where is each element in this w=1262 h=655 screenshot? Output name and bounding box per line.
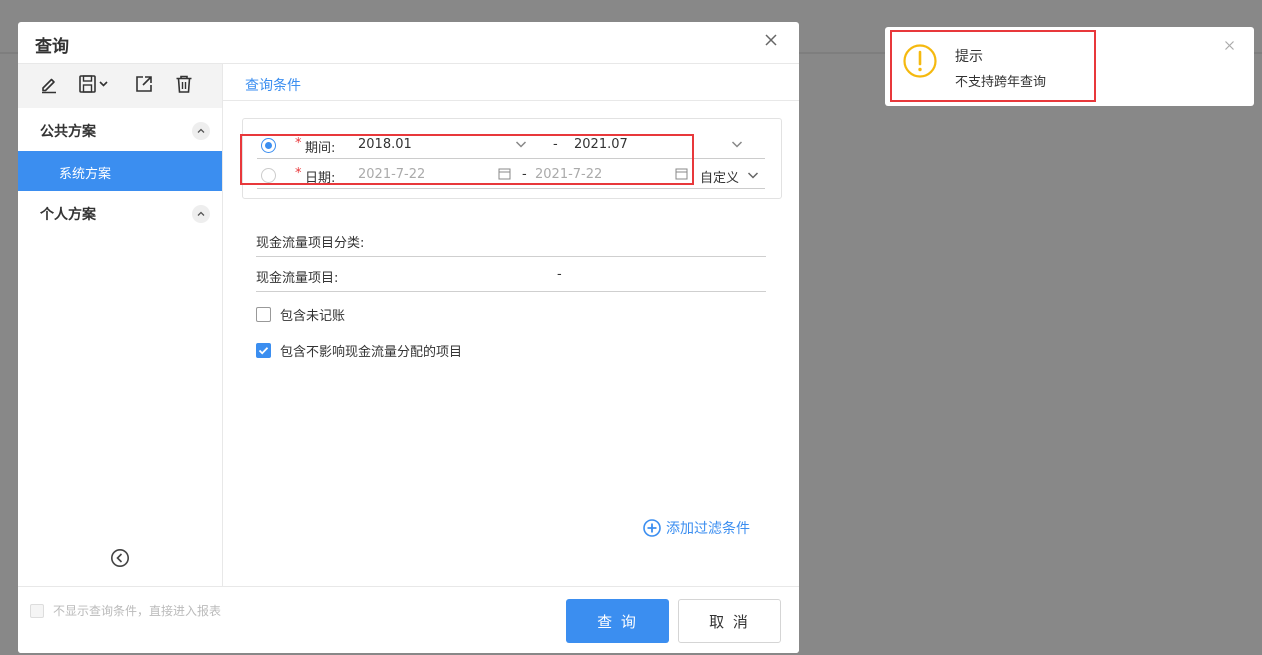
- include-unposted-label: 包含未记账: [280, 308, 346, 324]
- dialog-title: 查询: [35, 37, 69, 57]
- chevron-up-icon[interactable]: [192, 122, 210, 140]
- cashflow-item-label: 现金流量项目:: [256, 271, 339, 286]
- sidebar-toolbar: [18, 64, 222, 108]
- cancel-button[interactable]: 取 消: [678, 599, 781, 643]
- export-icon[interactable]: [134, 72, 154, 96]
- sidebar-group-label: 公共方案: [40, 124, 96, 140]
- cashflow-item-field[interactable]: 现金流量项目: -: [256, 262, 766, 292]
- chevron-down-icon[interactable]: [730, 137, 744, 155]
- cashflow-item-value: -: [557, 267, 562, 282]
- tab-bar: 查询条件: [223, 64, 799, 101]
- sidebar-group-public[interactable]: 公共方案: [18, 108, 222, 151]
- skip-conditions-checkbox[interactable]: 不显示查询条件，直接进入报表: [30, 602, 221, 619]
- tab-query-conditions[interactable]: 查询条件: [245, 75, 301, 95]
- save-icon[interactable]: [78, 72, 112, 96]
- sidebar-group-personal[interactable]: 个人方案: [18, 191, 222, 234]
- skip-conditions-label: 不显示查询条件，直接进入报表: [53, 604, 222, 618]
- date-underline: [257, 188, 765, 189]
- highlight-box: [890, 30, 1096, 102]
- include-unaffected-checkbox[interactable]: 包含不影响现金流量分配的项目: [256, 340, 462, 360]
- add-circle-icon: [643, 519, 661, 537]
- add-filter-label: 添加过滤条件: [666, 521, 750, 537]
- chevron-down-icon[interactable]: [746, 168, 760, 186]
- close-icon[interactable]: [763, 32, 779, 48]
- include-unaffected-label: 包含不影响现金流量分配的项目: [280, 344, 463, 360]
- query-conditions-panel: 查询条件 * 期间: 2018.01 - 2021.07 * 日期: 2021-…: [223, 64, 799, 586]
- notification-toast: 提示 不支持跨年查询: [885, 27, 1254, 106]
- add-filter-button[interactable]: 添加过滤条件: [643, 518, 750, 538]
- close-icon[interactable]: [1224, 40, 1235, 51]
- edit-icon[interactable]: [39, 72, 59, 96]
- scheme-sidebar: 公共方案 系统方案 个人方案: [18, 64, 223, 586]
- checkbox-unchecked[interactable]: [30, 603, 44, 618]
- sidebar-item-system-scheme[interactable]: 系统方案: [18, 151, 222, 191]
- include-unposted-checkbox[interactable]: 包含未记账: [256, 304, 345, 324]
- date-mode-select[interactable]: 自定义: [700, 167, 739, 186]
- cashflow-category-label: 现金流量项目分类:: [256, 236, 365, 251]
- sidebar-item-label: 系统方案: [59, 167, 112, 182]
- chevron-up-icon[interactable]: [192, 205, 210, 223]
- query-button[interactable]: 查 询: [566, 599, 669, 643]
- highlight-box: [240, 134, 694, 185]
- query-dialog: 查询 公共方案 系统方案 个人方案 查询条件 * 期间: 2018.01 - 2…: [18, 22, 799, 653]
- checkbox-checked[interactable]: [256, 342, 271, 358]
- dialog-header: 查询: [18, 22, 799, 64]
- dialog-footer: 不显示查询条件，直接进入报表 查 询 取 消: [18, 586, 799, 653]
- sidebar-group-label: 个人方案: [40, 207, 96, 223]
- collapse-sidebar-icon[interactable]: [110, 548, 130, 568]
- checkbox-unchecked[interactable]: [256, 306, 271, 322]
- delete-icon[interactable]: [174, 72, 194, 96]
- cashflow-category-field[interactable]: 现金流量项目分类:: [256, 227, 766, 257]
